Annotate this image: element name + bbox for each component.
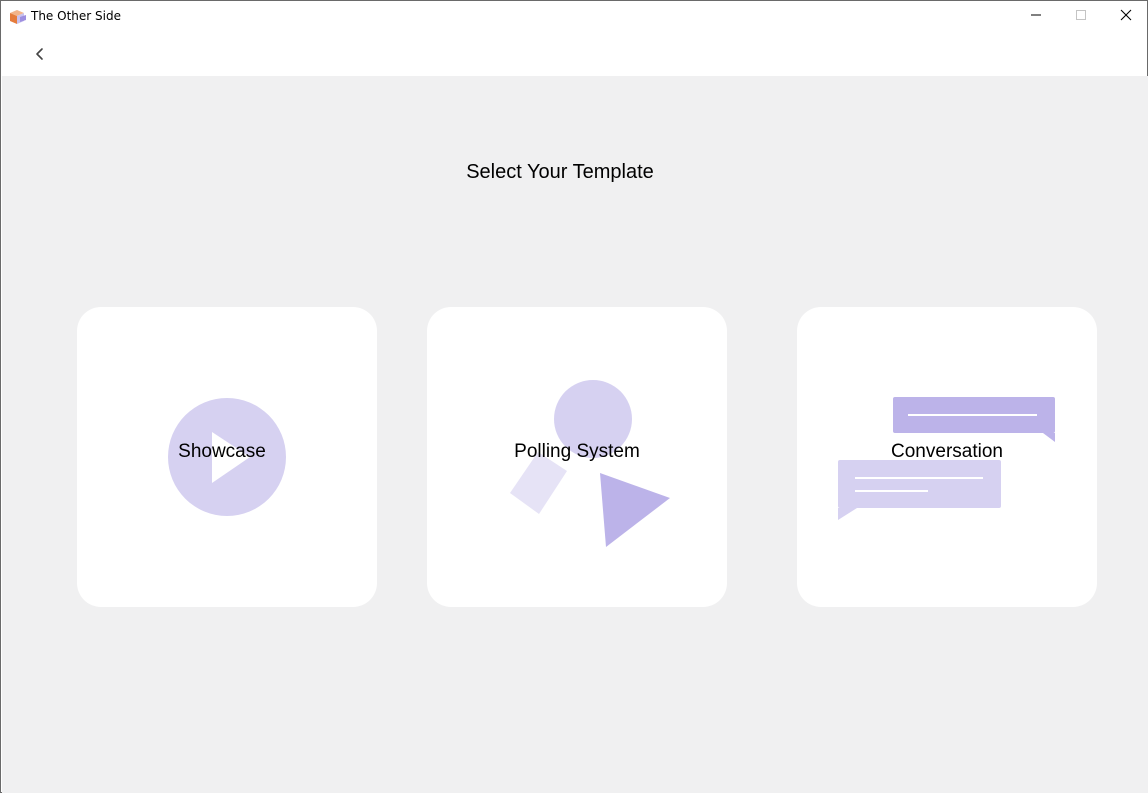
minimize-button[interactable] (1013, 1, 1059, 32)
back-button[interactable] (26, 42, 54, 70)
app-window: The Other Side Select Your Template Show… (0, 0, 1148, 793)
maximize-button[interactable] (1058, 1, 1104, 32)
minimize-icon (1030, 8, 1042, 26)
template-label: Polling System (514, 441, 640, 462)
template-label: Conversation (891, 441, 1003, 462)
nav-bar (1, 32, 1147, 76)
app-logo-icon (9, 9, 27, 25)
template-card-polling-system[interactable]: Polling System (427, 307, 727, 607)
window-title: The Other Side (31, 9, 121, 23)
title-bar: The Other Side (1, 1, 1147, 32)
template-label: Showcase (178, 441, 266, 462)
main-content: Select Your Template Showcase Polling Sy… (2, 76, 1148, 793)
close-icon (1120, 8, 1132, 26)
close-button[interactable] (1103, 1, 1148, 32)
template-card-conversation[interactable]: Conversation (797, 307, 1097, 607)
chevron-left-icon (35, 47, 45, 66)
page-title: Select Your Template (466, 161, 654, 183)
maximize-icon (1075, 8, 1087, 26)
template-card-showcase[interactable]: Showcase (77, 307, 377, 607)
